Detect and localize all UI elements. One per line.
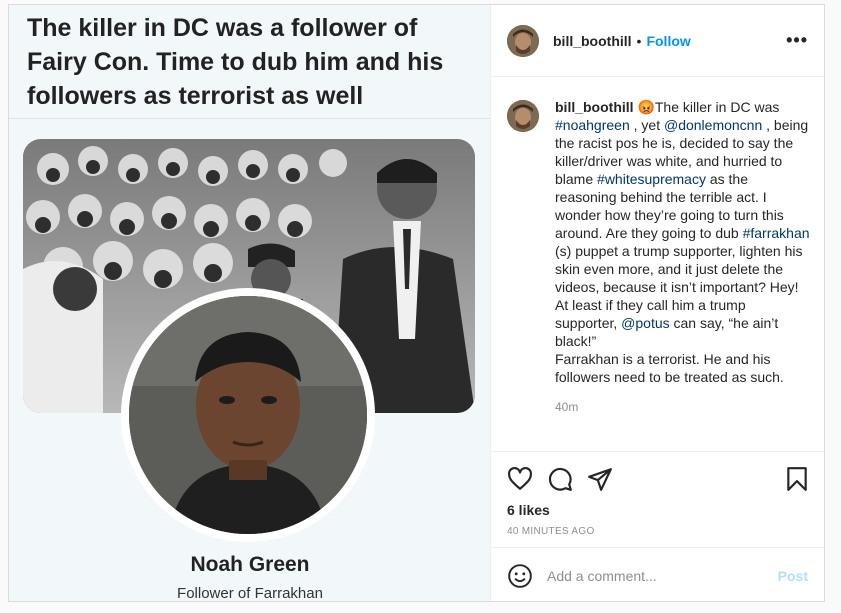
post-header: bill_boothill • Follow ••• xyxy=(491,5,824,77)
meme-divider xyxy=(9,118,490,119)
follow-button[interactable]: Follow xyxy=(646,33,690,49)
save-bookmark-icon[interactable] xyxy=(784,466,810,492)
caption-tag-link[interactable]: #farrakhan xyxy=(743,225,810,241)
caption-segment: The killer in DC was xyxy=(654,99,780,115)
post-timestamp[interactable]: 40 MINUTES AGO xyxy=(507,526,595,537)
header-separator: • xyxy=(636,32,642,49)
post-media[interactable]: The killer in DC was a follower of Fairy… xyxy=(9,5,491,601)
profile-photo xyxy=(129,296,367,534)
caption-tag-link[interactable]: @potus xyxy=(621,315,669,331)
post-caption: bill_boothill 😡The killer in DC was #noa… xyxy=(507,98,812,416)
caption-segment: , yet xyxy=(629,117,664,133)
angry-emoji: 😡 xyxy=(637,99,655,115)
instagram-post: The killer in DC was a follower of Fairy… xyxy=(8,4,825,602)
post-sidebar: bill_boothill • Follow ••• bill_boothill… xyxy=(491,5,824,601)
avatar-image xyxy=(507,24,539,57)
comment-input[interactable] xyxy=(547,567,778,584)
likes-count[interactable]: 6 likes xyxy=(507,502,550,518)
post-actions: 6 likes 40 MINUTES AGO Post xyxy=(491,451,824,603)
caption-tag-link[interactable]: @donlemoncnn xyxy=(664,117,762,133)
heart-icon[interactable] xyxy=(507,466,533,492)
action-icons xyxy=(507,466,810,494)
portrait-illustration xyxy=(129,296,367,534)
caption-body: bill_boothill 😡The killer in DC was #noa… xyxy=(555,98,811,416)
meme-person-subtitle: Follower of Farrakhan xyxy=(177,585,323,601)
avatar-image xyxy=(507,100,539,132)
meme-title: The killer in DC was a follower of Fairy… xyxy=(27,14,444,110)
emoji-icon[interactable] xyxy=(507,563,533,589)
header-username[interactable]: bill_boothill xyxy=(553,33,632,49)
caption-tag-link[interactable]: #noahgreen xyxy=(555,117,630,133)
post-comment-button[interactable]: Post xyxy=(778,568,808,584)
caption-timestamp[interactable]: 40m xyxy=(555,398,811,416)
user-avatar[interactable] xyxy=(507,24,539,57)
caption-avatar[interactable] xyxy=(507,100,539,132)
caption-tag-link[interactable]: #whitesupremacy xyxy=(597,171,706,187)
share-icon[interactable] xyxy=(587,466,613,492)
meme-person-name: Noah Green xyxy=(190,553,310,576)
caption-text: bill_boothill 😡The killer in DC was #noa… xyxy=(555,98,811,350)
caption-last-line: Farrakhan is a terrorist. He and his fol… xyxy=(555,351,784,385)
caption-username[interactable]: bill_boothill xyxy=(555,99,634,115)
comment-icon[interactable] xyxy=(547,466,573,492)
comment-bar: Post xyxy=(491,547,824,603)
more-options-icon[interactable]: ••• xyxy=(786,30,808,51)
